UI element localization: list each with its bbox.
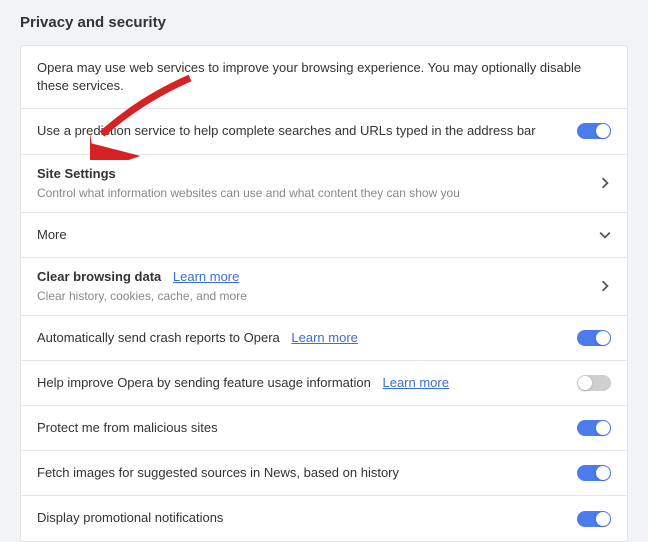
promo-row: Display promotional notifications [21,496,627,540]
section-title: Privacy and security [20,14,628,31]
clear-data-title: Clear browsing data [37,269,161,284]
usage-label: Help improve Opera by sending feature us… [37,375,371,390]
prediction-label: Use a prediction service to help complet… [37,122,565,140]
crash-reports-row: Automatically send crash reports to Oper… [21,316,627,361]
feature-usage-row: Help improve Opera by sending feature us… [21,361,627,406]
news-images-toggle[interactable] [577,465,611,481]
chevron-right-icon [599,280,611,292]
news-images-row: Fetch images for suggested sources in Ne… [21,451,627,496]
malicious-label: Protect me from malicious sites [37,419,565,437]
clear-browsing-data-row[interactable]: Clear browsing data Learn more Clear his… [21,258,627,316]
info-text: Opera may use web services to improve yo… [37,59,611,95]
malicious-sites-row: Protect me from malicious sites [21,406,627,451]
malicious-toggle[interactable] [577,420,611,436]
clear-data-sub: Clear history, cookies, cache, and more [37,288,587,305]
crash-toggle[interactable] [577,330,611,346]
chevron-down-icon [599,229,611,241]
more-row[interactable]: More [21,213,627,258]
more-title: More [37,226,587,244]
clear-data-learn-more-link[interactable]: Learn more [173,269,239,284]
privacy-security-page: Privacy and security Opera may use web s… [0,0,648,542]
usage-learn-more-link[interactable]: Learn more [382,375,448,390]
news-images-label: Fetch images for suggested sources in Ne… [37,464,565,482]
prediction-toggle[interactable] [577,123,611,139]
site-settings-title: Site Settings [37,165,587,183]
site-settings-row[interactable]: Site Settings Control what information w… [21,155,627,213]
crash-learn-more-link[interactable]: Learn more [291,330,357,345]
crash-label: Automatically send crash reports to Oper… [37,330,280,345]
site-settings-sub: Control what information websites can us… [37,185,587,202]
settings-panel: Opera may use web services to improve yo… [20,45,628,542]
usage-toggle[interactable] [577,375,611,391]
prediction-row: Use a prediction service to help complet… [21,109,627,154]
info-row: Opera may use web services to improve yo… [21,46,627,109]
promo-toggle[interactable] [577,511,611,527]
promo-label: Display promotional notifications [37,509,565,527]
chevron-right-icon [599,177,611,189]
